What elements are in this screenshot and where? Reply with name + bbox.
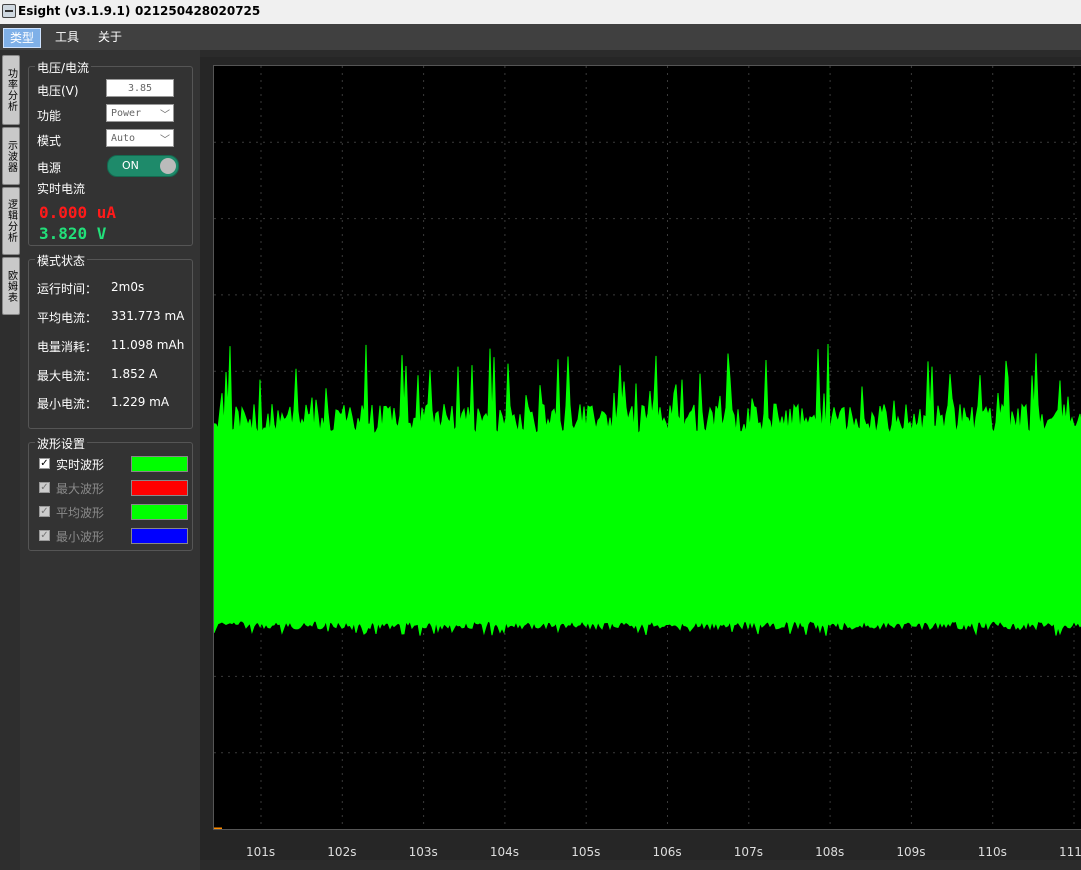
x-tick-label: 102s [327, 845, 357, 859]
mode-status-group: 模式状态 运行时间： 2m0s 平均电流： 331.773 mA 电量消耗： 1… [28, 252, 193, 429]
mode-label: 模式 [37, 134, 62, 148]
realtime-waveform-label: 实时波形 [56, 458, 105, 472]
waveform-settings-title: 波形设置 [35, 435, 88, 452]
current-waveform [214, 343, 1081, 636]
x-tick-label: 105s [571, 845, 601, 859]
avg-waveform-color [131, 504, 188, 520]
runtime-label: 运行时间： [37, 282, 98, 296]
voltage-reading: 3.820 V [39, 224, 107, 243]
title-bar: Esight (v3.1.9.1) 021250428020725 [0, 0, 1081, 24]
realtime-waveform-checkbox[interactable]: ✓ [39, 458, 50, 469]
power-state: ON [122, 159, 139, 172]
power-label: 电源 [37, 161, 62, 175]
power-group: 电压/电流 电压(V) 3.85 功能 Power ﹀ 模式 Auto ﹀ 电源… [28, 59, 193, 246]
min-waveform-checkbox: ✓ [39, 530, 50, 541]
min-waveform-color [131, 528, 188, 544]
max-waveform-label: 最大波形 [56, 482, 105, 496]
plot-area: 101s 102s 103s 104s 105s 106s 107s 108s 109s 110s… [200, 57, 1081, 860]
waveform-settings-group: 波形设置 ✓ 实时波形 ✓ 最大波形 ✓ 平均波形 ✓ 最小波形 [28, 435, 193, 551]
x-tick-label: 104s [489, 845, 520, 859]
energy-value: 11.098 mAh [111, 338, 185, 352]
tab-logic-analysis[interactable]: 逻辑分析 [2, 187, 20, 255]
power-group-title: 电压/电流 [35, 59, 92, 76]
realtime-waveform-color[interactable] [131, 456, 188, 472]
min-current-value: 1.229 mA [111, 395, 170, 409]
min-waveform-label: 最小波形 [56, 530, 105, 544]
menu-tools[interactable]: 工具 [49, 28, 85, 46]
menu-about[interactable]: 关于 [92, 28, 128, 46]
current-reading: 0.000 uA [39, 203, 117, 222]
device-serial: 021250428020725 [135, 4, 261, 18]
toggle-knob [160, 158, 176, 174]
avg-waveform-label: 平均波形 [56, 506, 105, 520]
menu-bar: 类型 工具 关于 [0, 24, 1081, 50]
left-panel: 电压/电流 电压(V) 3.85 功能 Power ﹀ 模式 Auto ﹀ 电源… [20, 50, 200, 870]
tab-power-analysis[interactable]: 功率分析 [2, 55, 20, 125]
energy-label: 电量消耗： [37, 340, 98, 354]
waveform-plot[interactable] [213, 65, 1081, 830]
function-label: 功能 [37, 109, 62, 123]
max-waveform-color [131, 480, 188, 496]
side-tab-strip: 功率分析 示波器 逻辑分析 欧姆表 [0, 50, 20, 870]
min-current-label: 最小电流： [37, 397, 98, 411]
chevron-down-icon: ﹀ [160, 110, 170, 121]
window-title: Esight (v3.1.9.1) [18, 4, 131, 18]
realtime-current-label: 实时电流 [37, 182, 86, 196]
x-tick-label: 103s [408, 845, 438, 859]
avg-waveform-checkbox: ✓ [39, 506, 50, 517]
x-tick-label: 109s [896, 845, 926, 859]
x-tick-label: 101s [246, 845, 276, 859]
max-current-label: 最大电流： [37, 369, 98, 383]
waveform-svg [214, 66, 1081, 829]
x-tick-label: 108s [815, 845, 845, 859]
realtime-trace [214, 343, 1081, 636]
x-tick-label: 107s [733, 845, 763, 859]
x-tick-label: 111 [1059, 845, 1081, 859]
app-icon [2, 4, 16, 18]
menu-type[interactable]: 类型 [3, 28, 42, 48]
max-waveform-checkbox: ✓ [39, 482, 50, 493]
runtime-value: 2m0s [111, 280, 145, 294]
mode-select[interactable]: Auto ﹀ [106, 129, 174, 147]
tab-ohmmeter[interactable]: 欧姆表 [2, 257, 20, 315]
mode-status-title: 模式状态 [35, 252, 88, 269]
max-current-value: 1.852 A [111, 367, 158, 381]
tab-oscilloscope[interactable]: 示波器 [2, 127, 20, 185]
avg-current-label: 平均电流： [37, 311, 98, 325]
chevron-down-icon: ﹀ [160, 135, 170, 146]
voltage-label: 电压(V) [37, 84, 79, 98]
x-tick-label: 106s [652, 845, 682, 859]
power-toggle[interactable]: ON [107, 155, 179, 177]
function-select[interactable]: Power ﹀ [106, 104, 174, 122]
avg-current-value: 331.773 mA [111, 309, 185, 323]
voltage-input[interactable]: 3.85 [106, 79, 174, 97]
x-tick-label: 110s [977, 845, 1007, 859]
